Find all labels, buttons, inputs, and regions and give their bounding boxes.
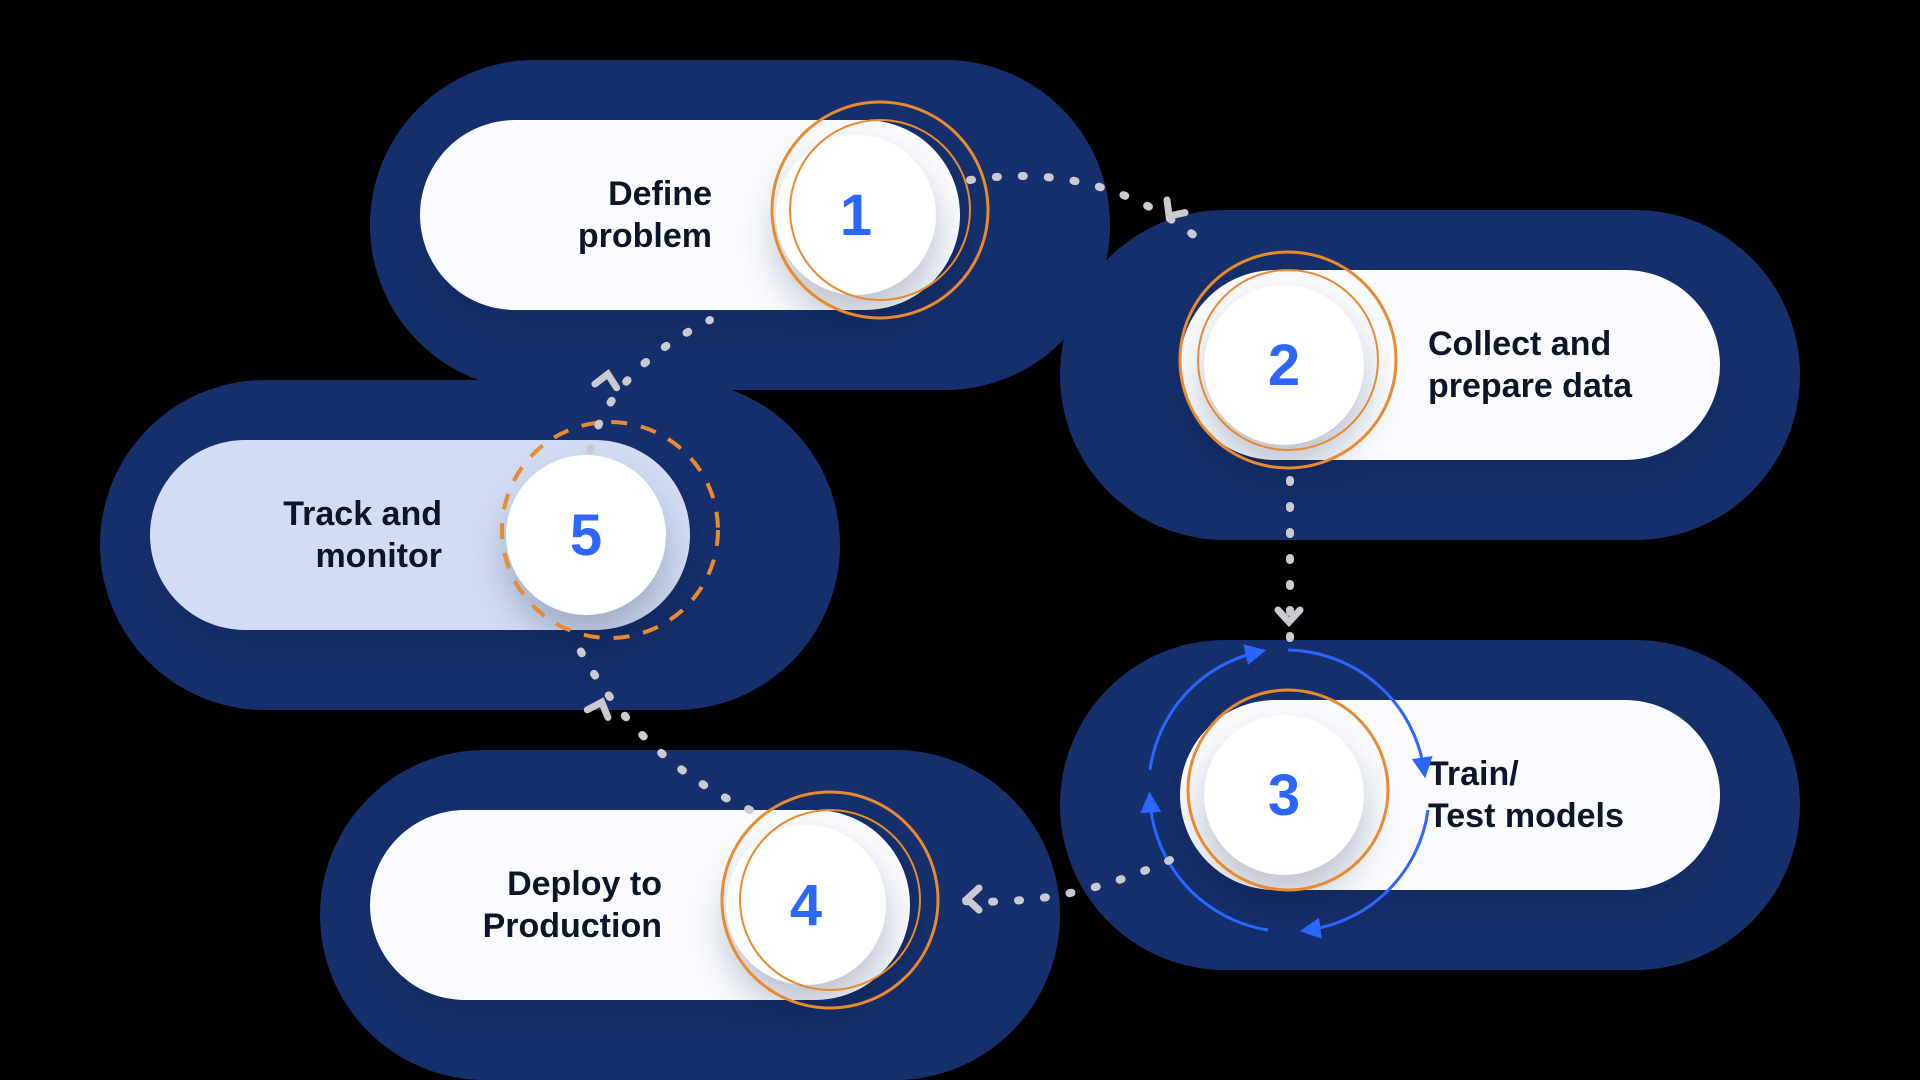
ml-lifecycle-diagram: Define problem 1 2 Collect and prepare d…: [0, 0, 1920, 1080]
step-3-label: Train/ Test models: [1388, 753, 1720, 838]
step-1-number: 1: [776, 135, 936, 295]
step-2-number: 2: [1204, 285, 1364, 445]
step-3-pill: 3 Train/ Test models: [1180, 700, 1720, 890]
step-4-label: Deploy to Production: [370, 863, 702, 948]
step-1-pill: Define problem 1: [420, 120, 960, 310]
step-5-pill: Track and monitor 5: [150, 440, 690, 630]
step-2-label: Collect and prepare data: [1388, 323, 1720, 408]
step-3-number: 3: [1204, 715, 1364, 875]
step-5-number: 5: [506, 455, 666, 615]
step-5-label: Track and monitor: [150, 493, 482, 578]
step-1-label: Define problem: [420, 173, 752, 258]
step-4-number: 4: [726, 825, 886, 985]
step-4-pill: Deploy to Production 4: [370, 810, 910, 1000]
arrow-2-to-3: [1272, 600, 1306, 634]
step-2-pill: 2 Collect and prepare data: [1180, 270, 1720, 460]
